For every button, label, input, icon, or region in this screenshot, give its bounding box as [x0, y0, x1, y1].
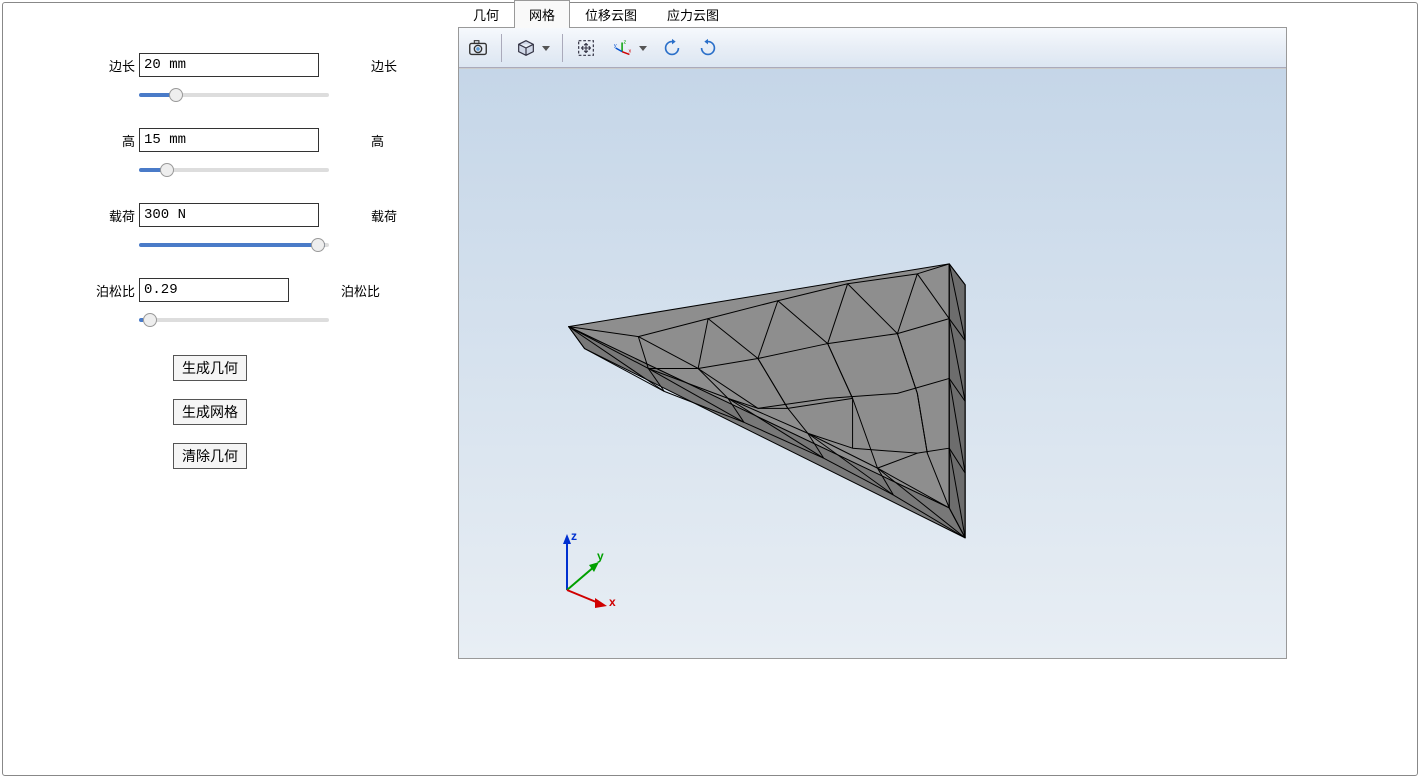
param-label-edge-right: 边长 — [371, 56, 397, 75]
rotate-ccw-icon[interactable] — [657, 33, 687, 63]
tab-geometry[interactable]: 几何 — [458, 0, 514, 28]
param-label-poisson-right: 泊松比 — [341, 281, 380, 300]
generate-mesh-button[interactable]: 生成网格 — [173, 399, 247, 425]
param-row-edge: 边长 边长 — [93, 53, 428, 77]
generate-geometry-button[interactable]: 生成几何 — [173, 355, 247, 381]
axis-triad: z y x — [539, 520, 629, 613]
clear-geometry-button[interactable]: 清除几何 — [173, 443, 247, 469]
axes-xyz-icon[interactable]: zx y — [607, 33, 651, 63]
param-row-poisson: 泊松比 泊松比 — [93, 278, 428, 302]
main-area: 几何 网格 位移云图 应力云图 zxy — [458, 3, 1417, 775]
tab-displacement[interactable]: 位移云图 — [570, 0, 652, 28]
param-label-poisson: 泊松比 — [93, 281, 135, 300]
chevron-down-icon — [639, 46, 647, 51]
viewport-3d[interactable]: z y x — [459, 68, 1286, 658]
chevron-down-icon — [542, 46, 550, 51]
height-slider[interactable] — [139, 168, 329, 172]
camera-icon[interactable] — [463, 33, 493, 63]
fit-view-icon[interactable] — [571, 33, 601, 63]
tab-bar: 几何 网格 位移云图 应力云图 — [458, 3, 1287, 27]
svg-text:x: x — [609, 595, 616, 609]
param-row-height: 高 高 — [93, 128, 428, 152]
param-row-load: 载荷 载荷 — [93, 203, 428, 227]
action-buttons: 生成几何 生成网格 清除几何 — [173, 355, 428, 469]
edge-length-input[interactable] — [139, 53, 319, 77]
svg-text:y: y — [614, 43, 617, 49]
param-label-height: 高 — [93, 131, 135, 150]
rotate-cw-icon[interactable] — [693, 33, 723, 63]
load-input[interactable] — [139, 203, 319, 227]
tab-mesh[interactable]: 网格 — [514, 0, 570, 28]
load-slider[interactable] — [139, 243, 329, 247]
svg-text:z: z — [623, 39, 626, 45]
svg-text:z: z — [571, 529, 577, 543]
param-label-load: 载荷 — [93, 206, 135, 225]
svg-text:x: x — [629, 48, 632, 54]
edge-length-slider[interactable] — [139, 93, 329, 97]
param-label-edge: 边长 — [93, 56, 135, 75]
poisson-slider[interactable] — [139, 318, 329, 322]
viewport-toolbar: zx y — [459, 28, 1286, 68]
cube-view-icon[interactable] — [510, 33, 554, 63]
svg-text:y: y — [597, 549, 604, 563]
sidebar: 边长 边长 高 高 载荷 载荷 泊松比 泊松比 — [3, 3, 458, 775]
param-label-height-right: 高 — [371, 131, 384, 150]
param-label-load-right: 载荷 — [371, 206, 397, 225]
tab-stress[interactable]: 应力云图 — [652, 0, 734, 28]
height-input[interactable] — [139, 128, 319, 152]
poisson-input[interactable] — [139, 278, 289, 302]
